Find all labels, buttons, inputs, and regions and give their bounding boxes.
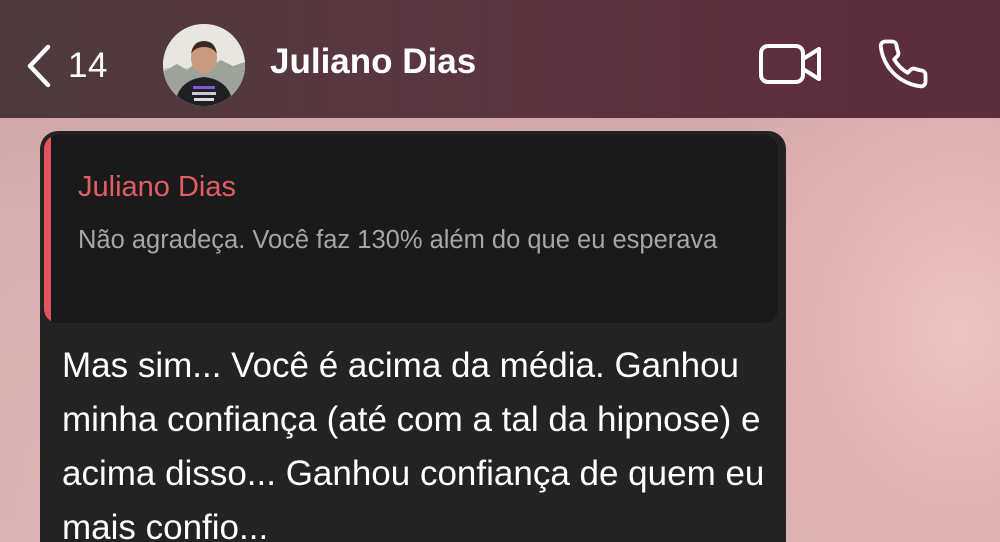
voice-call-button[interactable] <box>876 37 930 91</box>
contact-name[interactable]: Juliano Dias <box>270 42 476 82</box>
video-camera-icon <box>758 41 824 87</box>
message-bubble[interactable]: Juliano Dias Não agradeça. Você faz 130%… <box>40 131 786 542</box>
chevron-left-icon <box>26 43 52 89</box>
back-button[interactable]: 14 <box>26 38 108 94</box>
avatar[interactable] <box>163 24 245 106</box>
reply-quote[interactable]: Juliano Dias Não agradeça. Você faz 130%… <box>44 135 778 323</box>
reply-text: Não agradeça. Você faz 130% além do que … <box>78 226 718 254</box>
reply-author: Juliano Dias <box>78 171 236 203</box>
chat-screen: 14 Juliano Dias Juliano Dias Não agradeç… <box>0 0 1000 542</box>
chat-header: 14 Juliano Dias <box>0 0 1000 118</box>
video-call-button[interactable] <box>758 41 824 87</box>
phone-icon <box>876 37 930 91</box>
unread-count: 14 <box>68 46 108 85</box>
message-text: Mas sim... Você é acima da média. Ganhou… <box>62 346 765 542</box>
reply-accent-bar <box>44 135 51 323</box>
